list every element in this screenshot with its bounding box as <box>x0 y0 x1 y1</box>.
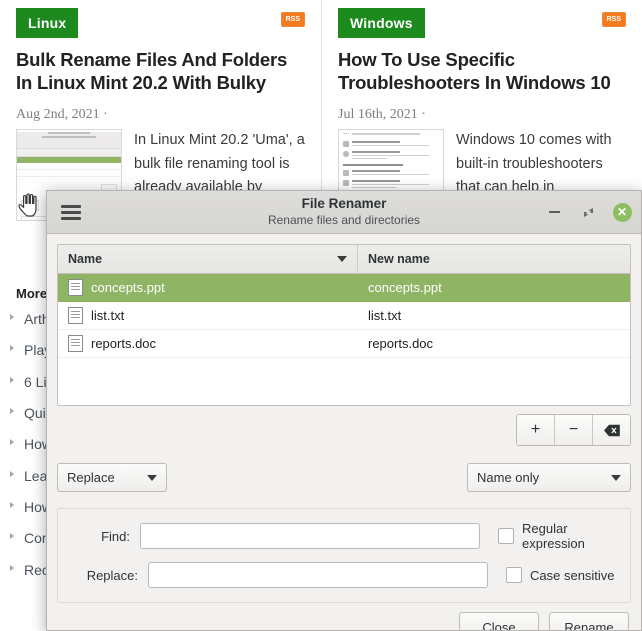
hamburger-icon[interactable] <box>61 202 81 220</box>
regular-expression-label: Regular expression <box>522 521 585 551</box>
column-header-name[interactable]: Name <box>58 245 358 273</box>
article-title[interactable]: Bulk Rename Files And Folders In Linux M… <box>16 48 305 94</box>
replace-row: Replace: Case sensitive <box>70 562 618 588</box>
scope-select-value: Name only <box>477 470 540 485</box>
article-date: Jul 16th, 2021 · <box>338 107 426 123</box>
file-icon <box>68 335 83 352</box>
minimize-button[interactable] <box>543 201 565 223</box>
bullet-icon <box>10 564 14 571</box>
close-dialog-button[interactable]: Close <box>459 612 539 630</box>
clear-list-button[interactable] <box>593 415 630 445</box>
file-icon <box>68 307 83 324</box>
backspace-icon <box>603 424 620 436</box>
selects-row: Replace Name only <box>57 463 631 492</box>
case-sensitive-checkbox[interactable]: Case sensitive <box>506 567 615 583</box>
column-header-new-name-label: New name <box>368 252 430 266</box>
article-date: Aug 2nd, 2021 · <box>16 107 108 123</box>
cell-name-label: list.txt <box>91 308 125 323</box>
category-row: Windows RSS <box>338 8 626 38</box>
scope-select[interactable]: Name only <box>467 463 631 492</box>
find-label: Find: <box>101 528 130 544</box>
screen-root: Linux RSS Bulk Rename Files And Folders … <box>0 0 642 631</box>
bullet-icon <box>10 501 14 508</box>
bullet-icon <box>10 314 14 321</box>
rss-badge[interactable]: RSS <box>280 12 305 27</box>
minimize-icon <box>548 211 560 213</box>
bullet-icon <box>10 439 14 446</box>
list-tools-row: + − <box>57 414 631 446</box>
category-tag-windows[interactable]: Windows <box>338 8 425 38</box>
add-files-button[interactable]: + <box>517 415 555 445</box>
rename-button[interactable]: Rename <box>549 612 629 630</box>
cell-name: list.txt <box>58 307 358 324</box>
list-tools-group: + − <box>516 414 631 446</box>
bullet-icon <box>10 345 14 352</box>
cell-new-name: list.txt <box>368 308 402 323</box>
checkbox-box <box>506 567 522 583</box>
column-header-name-label: Name <box>68 252 103 266</box>
find-replace-panel: Find: Regular expression Replace: Case s… <box>57 508 631 603</box>
chevron-down-icon <box>611 474 621 481</box>
dialog-body: Name New name concepts.ppt concepts.ppt <box>47 234 641 603</box>
window-controls: ✕ <box>543 191 633 233</box>
sort-descending-icon <box>337 256 347 262</box>
cell-name: reports.doc <box>58 335 358 352</box>
article-title[interactable]: How To Use Specific Troubleshooters In W… <box>338 48 626 94</box>
bullet-icon <box>10 533 14 540</box>
case-sensitive-label: Case sensitive <box>530 567 615 583</box>
regular-expression-checkbox[interactable]: Regular expression <box>498 521 618 551</box>
file-renamer-dialog: File Renamer Rename files and directorie… <box>46 190 642 631</box>
checkbox-box <box>498 528 514 544</box>
table-body: concepts.ppt concepts.ppt list.txt list.… <box>58 274 630 405</box>
find-row: Find: Regular expression <box>70 521 618 551</box>
table-row[interactable]: list.txt list.txt <box>58 302 630 330</box>
dialog-footer: Close Rename <box>47 603 641 630</box>
restore-icon <box>583 207 593 217</box>
dialog-titlebar: File Renamer Rename files and directorie… <box>47 191 641 234</box>
bullet-icon <box>10 470 14 477</box>
table-row[interactable]: concepts.ppt concepts.ppt <box>58 274 630 302</box>
bullet-icon <box>10 376 14 383</box>
table-row[interactable]: reports.doc reports.doc <box>58 330 630 358</box>
find-input[interactable] <box>140 523 480 549</box>
mode-select-value: Replace <box>67 470 115 485</box>
close-icon: ✕ <box>612 202 632 222</box>
category-row: Linux RSS <box>16 8 305 38</box>
chevron-down-icon <box>147 474 157 481</box>
file-icon <box>68 279 83 296</box>
cell-new-name: reports.doc <box>368 336 434 351</box>
category-tag-linux[interactable]: Linux <box>16 8 79 38</box>
replace-input[interactable] <box>148 562 488 588</box>
table-header-row: Name New name <box>58 245 630 274</box>
column-header-new-name[interactable]: New name <box>358 245 630 273</box>
replace-label: Replace: <box>86 567 138 583</box>
close-button[interactable]: ✕ <box>611 201 633 223</box>
rss-badge[interactable]: RSS <box>601 12 626 27</box>
file-list: Name New name concepts.ppt concepts.ppt <box>57 244 631 406</box>
bullet-icon <box>10 408 14 415</box>
cell-name-label: reports.doc <box>91 336 157 351</box>
cell-new-name: concepts.ppt <box>368 280 442 295</box>
cell-name: concepts.ppt <box>58 279 358 296</box>
maximize-button[interactable] <box>577 201 599 223</box>
cell-name-label: concepts.ppt <box>91 280 165 295</box>
mode-select[interactable]: Replace <box>57 463 167 492</box>
remove-files-button[interactable]: − <box>555 415 593 445</box>
